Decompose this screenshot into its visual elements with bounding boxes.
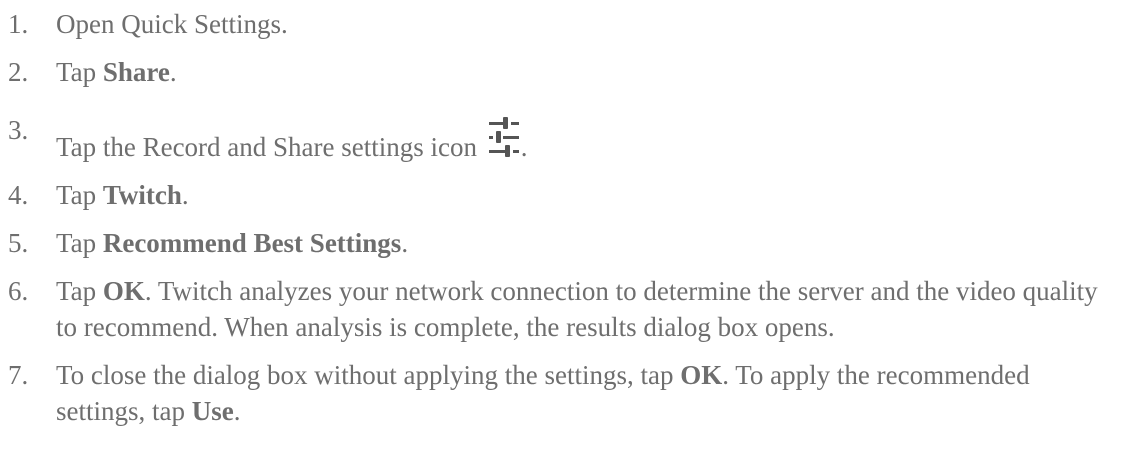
step-number: 5. — [8, 228, 29, 258]
step-number: 1. — [8, 9, 29, 39]
step-text: Tap Share. — [56, 54, 1108, 90]
step-text: Open Quick Settings. — [56, 6, 1108, 42]
step-number: 7. — [8, 360, 29, 390]
step-text-part: Tap the Record and Share settings icon — [56, 132, 484, 162]
ok-keyword: OK — [102, 276, 145, 306]
step-item: 2. Tap Share. — [8, 54, 1108, 90]
step-text: Tap the Record and Share settings icon . — [56, 98, 1108, 165]
step-item: 1. Open Quick Settings. — [8, 6, 1108, 42]
step-item: 5. Tap Recommend Best Settings. — [8, 225, 1108, 261]
ok-keyword: OK — [680, 360, 723, 390]
twitch-keyword: Twitch — [102, 180, 182, 210]
step-text-part: Tap — [56, 276, 103, 306]
step-text-part: . — [233, 396, 241, 426]
step-item: 4. Tap Twitch. — [8, 177, 1108, 213]
share-keyword: Share — [102, 57, 170, 87]
step-text-part: Tap — [56, 228, 103, 258]
step-text: Tap Twitch. — [56, 177, 1108, 213]
step-text: Tap Recommend Best Settings. — [56, 225, 1108, 261]
step-text-part: Open Quick Settings. — [56, 9, 288, 39]
sliders-settings-icon — [487, 116, 521, 160]
step-item: 7. To close the dialog box without apply… — [8, 357, 1108, 429]
recommend-best-settings-keyword: Recommend Best Settings — [102, 228, 402, 258]
step-text-part: Tap — [56, 180, 103, 210]
step-text-part: . Twitch analyzes your network connectio… — [56, 276, 1098, 342]
step-number: 6. — [8, 276, 29, 306]
step-number: 2. — [8, 57, 29, 87]
use-keyword: Use — [191, 396, 234, 426]
step-text-part: . — [401, 228, 409, 258]
step-number: 3. — [8, 115, 29, 145]
step-item: 6. Tap OK. Twitch analyzes your network … — [8, 273, 1108, 345]
step-text: To close the dialog box without applying… — [56, 357, 1108, 429]
instruction-steps-list: 1. Open Quick Settings. 2. Tap Share. 3.… — [8, 6, 1108, 429]
step-text-part: . — [181, 180, 189, 210]
step-number: 4. — [8, 180, 29, 210]
step-text-part: . — [169, 57, 177, 87]
step-text-part: Tap — [56, 57, 103, 87]
step-item: 3. Tap the Record and Share settings ico… — [8, 98, 1108, 165]
step-text: Tap OK. Twitch analyzes your network con… — [56, 273, 1108, 345]
step-text-part: . — [520, 132, 528, 162]
step-text-part: To close the dialog box without applying… — [56, 360, 681, 390]
